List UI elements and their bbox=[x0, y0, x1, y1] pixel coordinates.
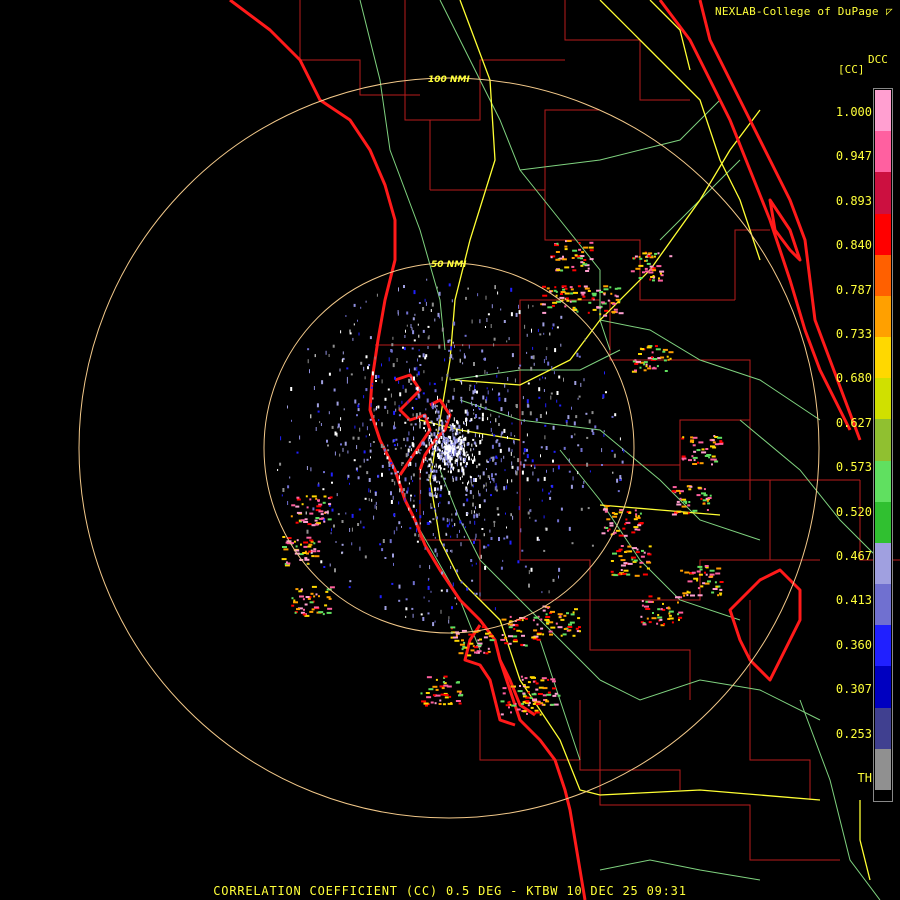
scale-segment bbox=[875, 542, 891, 585]
legend-tick: 0.680 bbox=[835, 371, 872, 386]
range-ring-50-label: 50 NMI bbox=[431, 260, 467, 270]
legend-tick: 0.733 bbox=[835, 327, 872, 341]
scale-segment bbox=[875, 625, 891, 667]
legend-tick: 0.413 bbox=[835, 593, 872, 608]
legend-product: DCC bbox=[868, 53, 888, 66]
legend-tick: 0.360 bbox=[835, 637, 872, 652]
legend-tick: 0.467 bbox=[835, 549, 872, 563]
legend-tick: 0.520 bbox=[835, 504, 872, 519]
scale-segment bbox=[875, 501, 891, 544]
legend-tick: 1.000 bbox=[835, 105, 872, 119]
scale-segment bbox=[875, 337, 891, 379]
credit-label: NEXLAB-College of DuPage bbox=[715, 5, 879, 18]
legend-tick: 0.573 bbox=[835, 460, 872, 475]
scale-segment bbox=[875, 707, 891, 750]
scale-segment bbox=[875, 666, 891, 709]
legend-tick: 0.840 bbox=[835, 238, 872, 253]
scale-segment bbox=[875, 460, 891, 503]
color-scale-bar bbox=[873, 88, 893, 802]
legend-unit: [CC] bbox=[838, 63, 865, 76]
scale-segment bbox=[875, 378, 891, 420]
legend-tick: 0.947 bbox=[835, 149, 872, 164]
product-caption: CORRELATION COEFFICIENT (CC) 0.5 DEG - K… bbox=[213, 884, 687, 898]
scale-segment bbox=[875, 419, 891, 462]
scale-segment bbox=[875, 131, 891, 173]
legend-tick: 0.253 bbox=[835, 726, 872, 741]
scale-segment bbox=[875, 90, 891, 132]
legend-tick: 0.787 bbox=[835, 282, 872, 297]
scale-segment bbox=[875, 213, 891, 256]
range-ring-100-label: 100 NMI bbox=[428, 75, 470, 85]
scale-segment bbox=[875, 584, 891, 626]
legend-tick: 0.307 bbox=[835, 682, 872, 697]
legend-tick: 0.893 bbox=[835, 193, 872, 208]
scale-segment bbox=[875, 295, 891, 338]
corner-mark-icon: ◸ bbox=[886, 5, 893, 18]
legend-tick: 0.627 bbox=[835, 415, 872, 430]
radar-map: 50 NMI 100 NMI bbox=[78, 0, 900, 900]
scale-segment bbox=[875, 172, 891, 215]
legend-tick: TH bbox=[857, 771, 872, 785]
scale-segment bbox=[875, 254, 891, 297]
highways bbox=[419, 0, 871, 881]
radar-site-marker bbox=[446, 445, 452, 451]
scale-segment bbox=[875, 748, 891, 791]
